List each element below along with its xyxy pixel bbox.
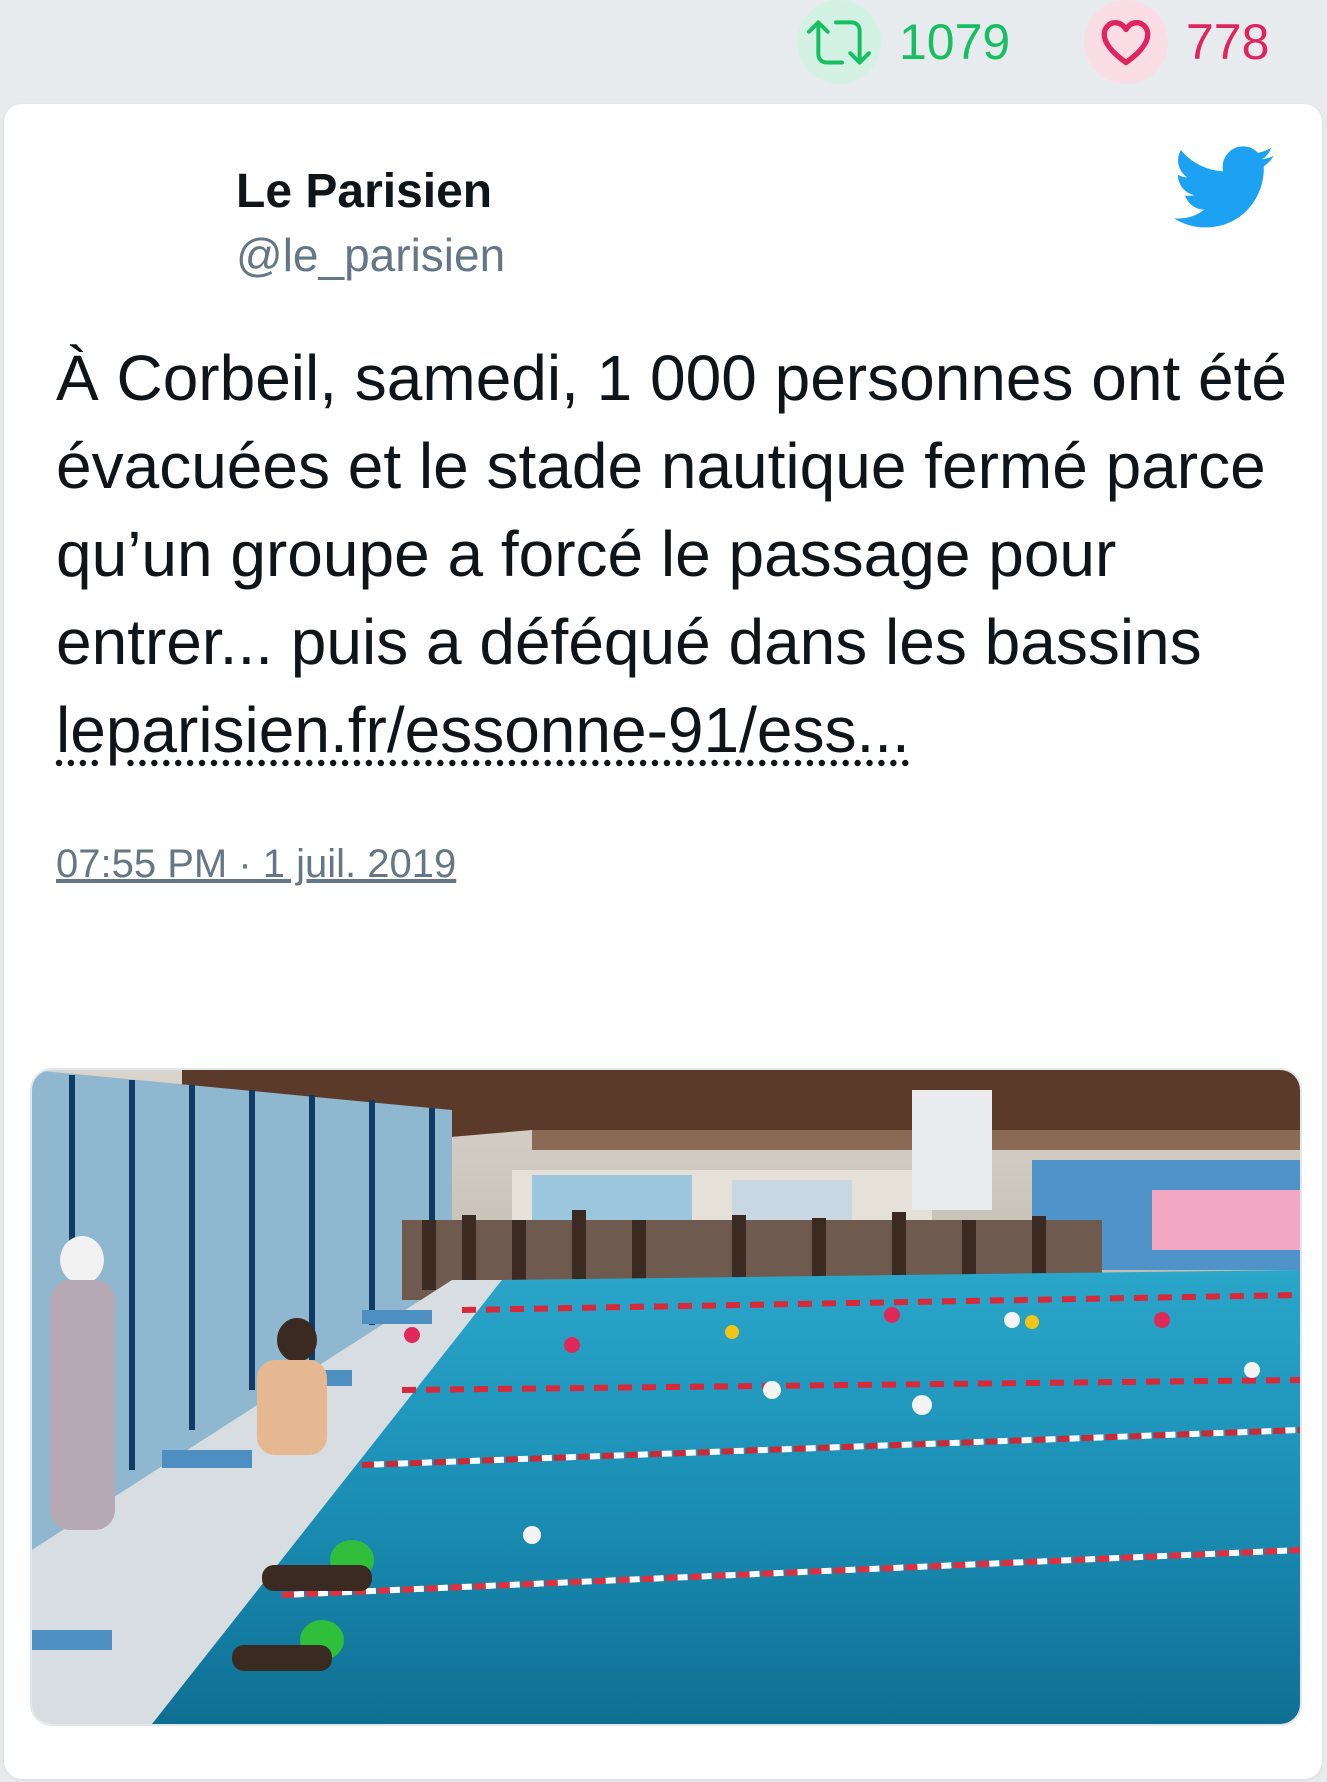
tweet-body: À Corbeil, samedi, 1 000 personnes ont é… <box>56 342 1287 678</box>
pool-photo-illustration <box>32 1070 1300 1724</box>
retweet-count-value: 1079 <box>899 14 1011 70</box>
tweet-card: Le Parisien @le_parisien À Corbeil, same… <box>4 104 1322 1779</box>
like-count[interactable]: 778 <box>1084 0 1269 84</box>
tweet-text: À Corbeil, samedi, 1 000 personnes ont é… <box>56 334 1296 774</box>
author-handle[interactable]: @le_parisien <box>236 228 505 282</box>
retweet-count[interactable]: 1079 <box>797 0 1010 84</box>
tweet-link[interactable]: leparisien.fr/essonne-91/ess... <box>56 694 910 766</box>
tweet-timestamp[interactable]: 07:55 PM · 1 juil. 2019 <box>56 842 456 887</box>
twitter-bird-icon[interactable] <box>1174 146 1274 228</box>
tweet-photo[interactable] <box>30 1068 1302 1726</box>
like-count-value: 778 <box>1186 14 1270 70</box>
heart-icon <box>1084 0 1168 84</box>
author-name[interactable]: Le Parisien <box>236 164 492 219</box>
engagement-bar: 1079 778 <box>0 0 1327 100</box>
retweet-icon <box>797 0 881 84</box>
